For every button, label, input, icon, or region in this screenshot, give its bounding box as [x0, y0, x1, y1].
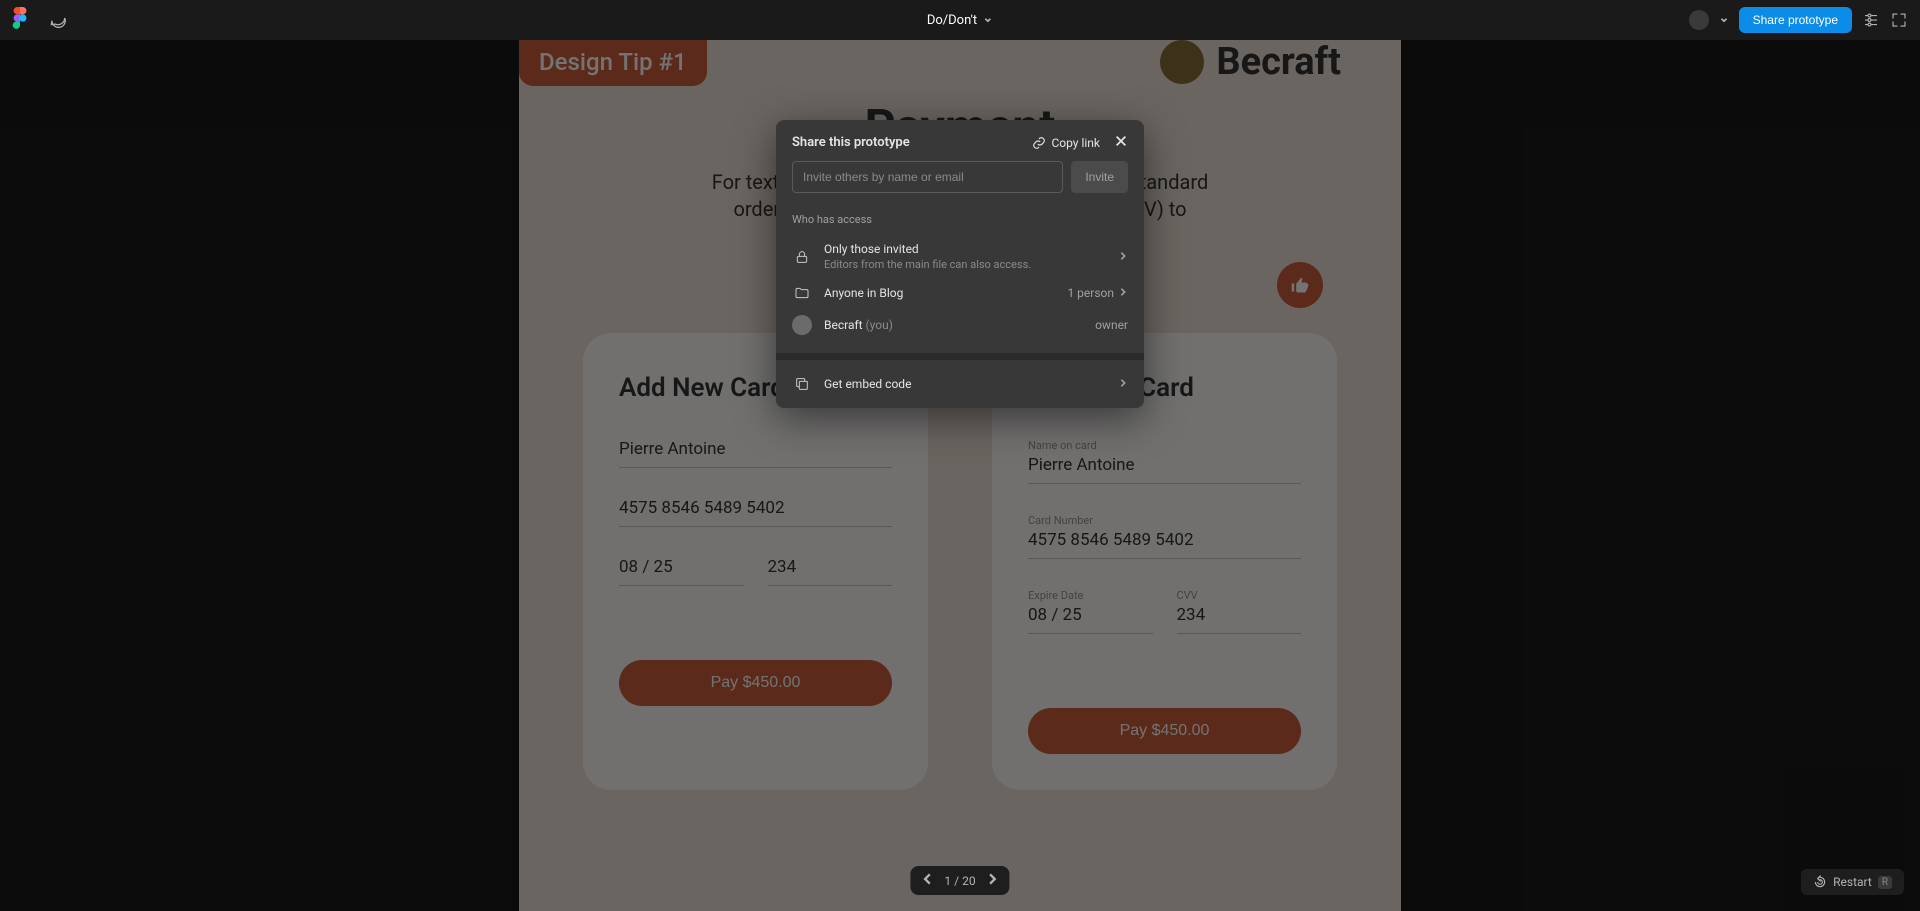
access-anyone-title: Anyone in Blog [824, 286, 1055, 300]
close-button[interactable] [1114, 134, 1128, 151]
invite-input[interactable] [792, 161, 1063, 193]
frame-counter: 1 / 20 [944, 874, 975, 888]
access-heading: Who has access [792, 213, 1128, 226]
copy-link-button[interactable]: Copy link [1032, 136, 1100, 150]
restart-button[interactable]: Restart R [1801, 869, 1904, 895]
access-invited-title: Only those invited [824, 242, 1106, 256]
avatar-chevron-down-icon[interactable] [1719, 15, 1729, 25]
invite-button[interactable]: Invite [1071, 161, 1128, 193]
owner-name: Becraft [824, 318, 863, 332]
embed-code-row[interactable]: Get embed code [776, 360, 1144, 408]
chevron-right-icon [1118, 286, 1128, 300]
owner-role: owner [1095, 318, 1128, 332]
folder-icon [792, 283, 812, 303]
share-prototype-button[interactable]: Share prototype [1739, 7, 1852, 33]
figma-logo-icon[interactable] [12, 7, 28, 33]
lock-icon [792, 247, 812, 267]
close-icon [1114, 134, 1128, 148]
owner-you-suffix: (you) [863, 318, 893, 332]
fullscreen-icon[interactable] [1890, 11, 1908, 29]
comments-icon[interactable] [48, 8, 68, 32]
options-icon[interactable] [1862, 11, 1880, 29]
chevron-right-icon [1118, 377, 1128, 391]
share-modal: Share this prototype Copy link Invite Wh… [776, 120, 1144, 408]
access-row-invited[interactable]: Only those invited Editors from the main… [792, 236, 1128, 277]
next-frame-button[interactable] [986, 872, 1000, 889]
file-name-label: Do/Don't [927, 13, 977, 28]
access-invited-subtitle: Editors from the main file can also acce… [824, 258, 1106, 271]
file-name-dropdown[interactable]: Do/Don't [927, 13, 993, 28]
prev-frame-button[interactable] [920, 872, 934, 889]
access-anyone-count: 1 person [1067, 286, 1114, 300]
restart-shortcut-key: R [1878, 876, 1892, 889]
copy-link-label: Copy link [1051, 136, 1100, 150]
prototype-page-nav: 1 / 20 [910, 866, 1009, 895]
access-row-owner[interactable]: Becraft (you) owner [792, 309, 1128, 341]
embed-label: Get embed code [824, 377, 1106, 391]
restart-icon [1813, 875, 1827, 889]
restart-label: Restart [1833, 875, 1872, 889]
modal-divider [776, 353, 1144, 360]
chevron-right-icon [1118, 250, 1128, 264]
embed-icon [792, 374, 812, 394]
user-avatar-small[interactable] [1689, 10, 1709, 30]
owner-avatar [792, 315, 812, 335]
access-row-anyone[interactable]: Anyone in Blog 1 person [792, 277, 1128, 309]
modal-title: Share this prototype [792, 135, 910, 150]
